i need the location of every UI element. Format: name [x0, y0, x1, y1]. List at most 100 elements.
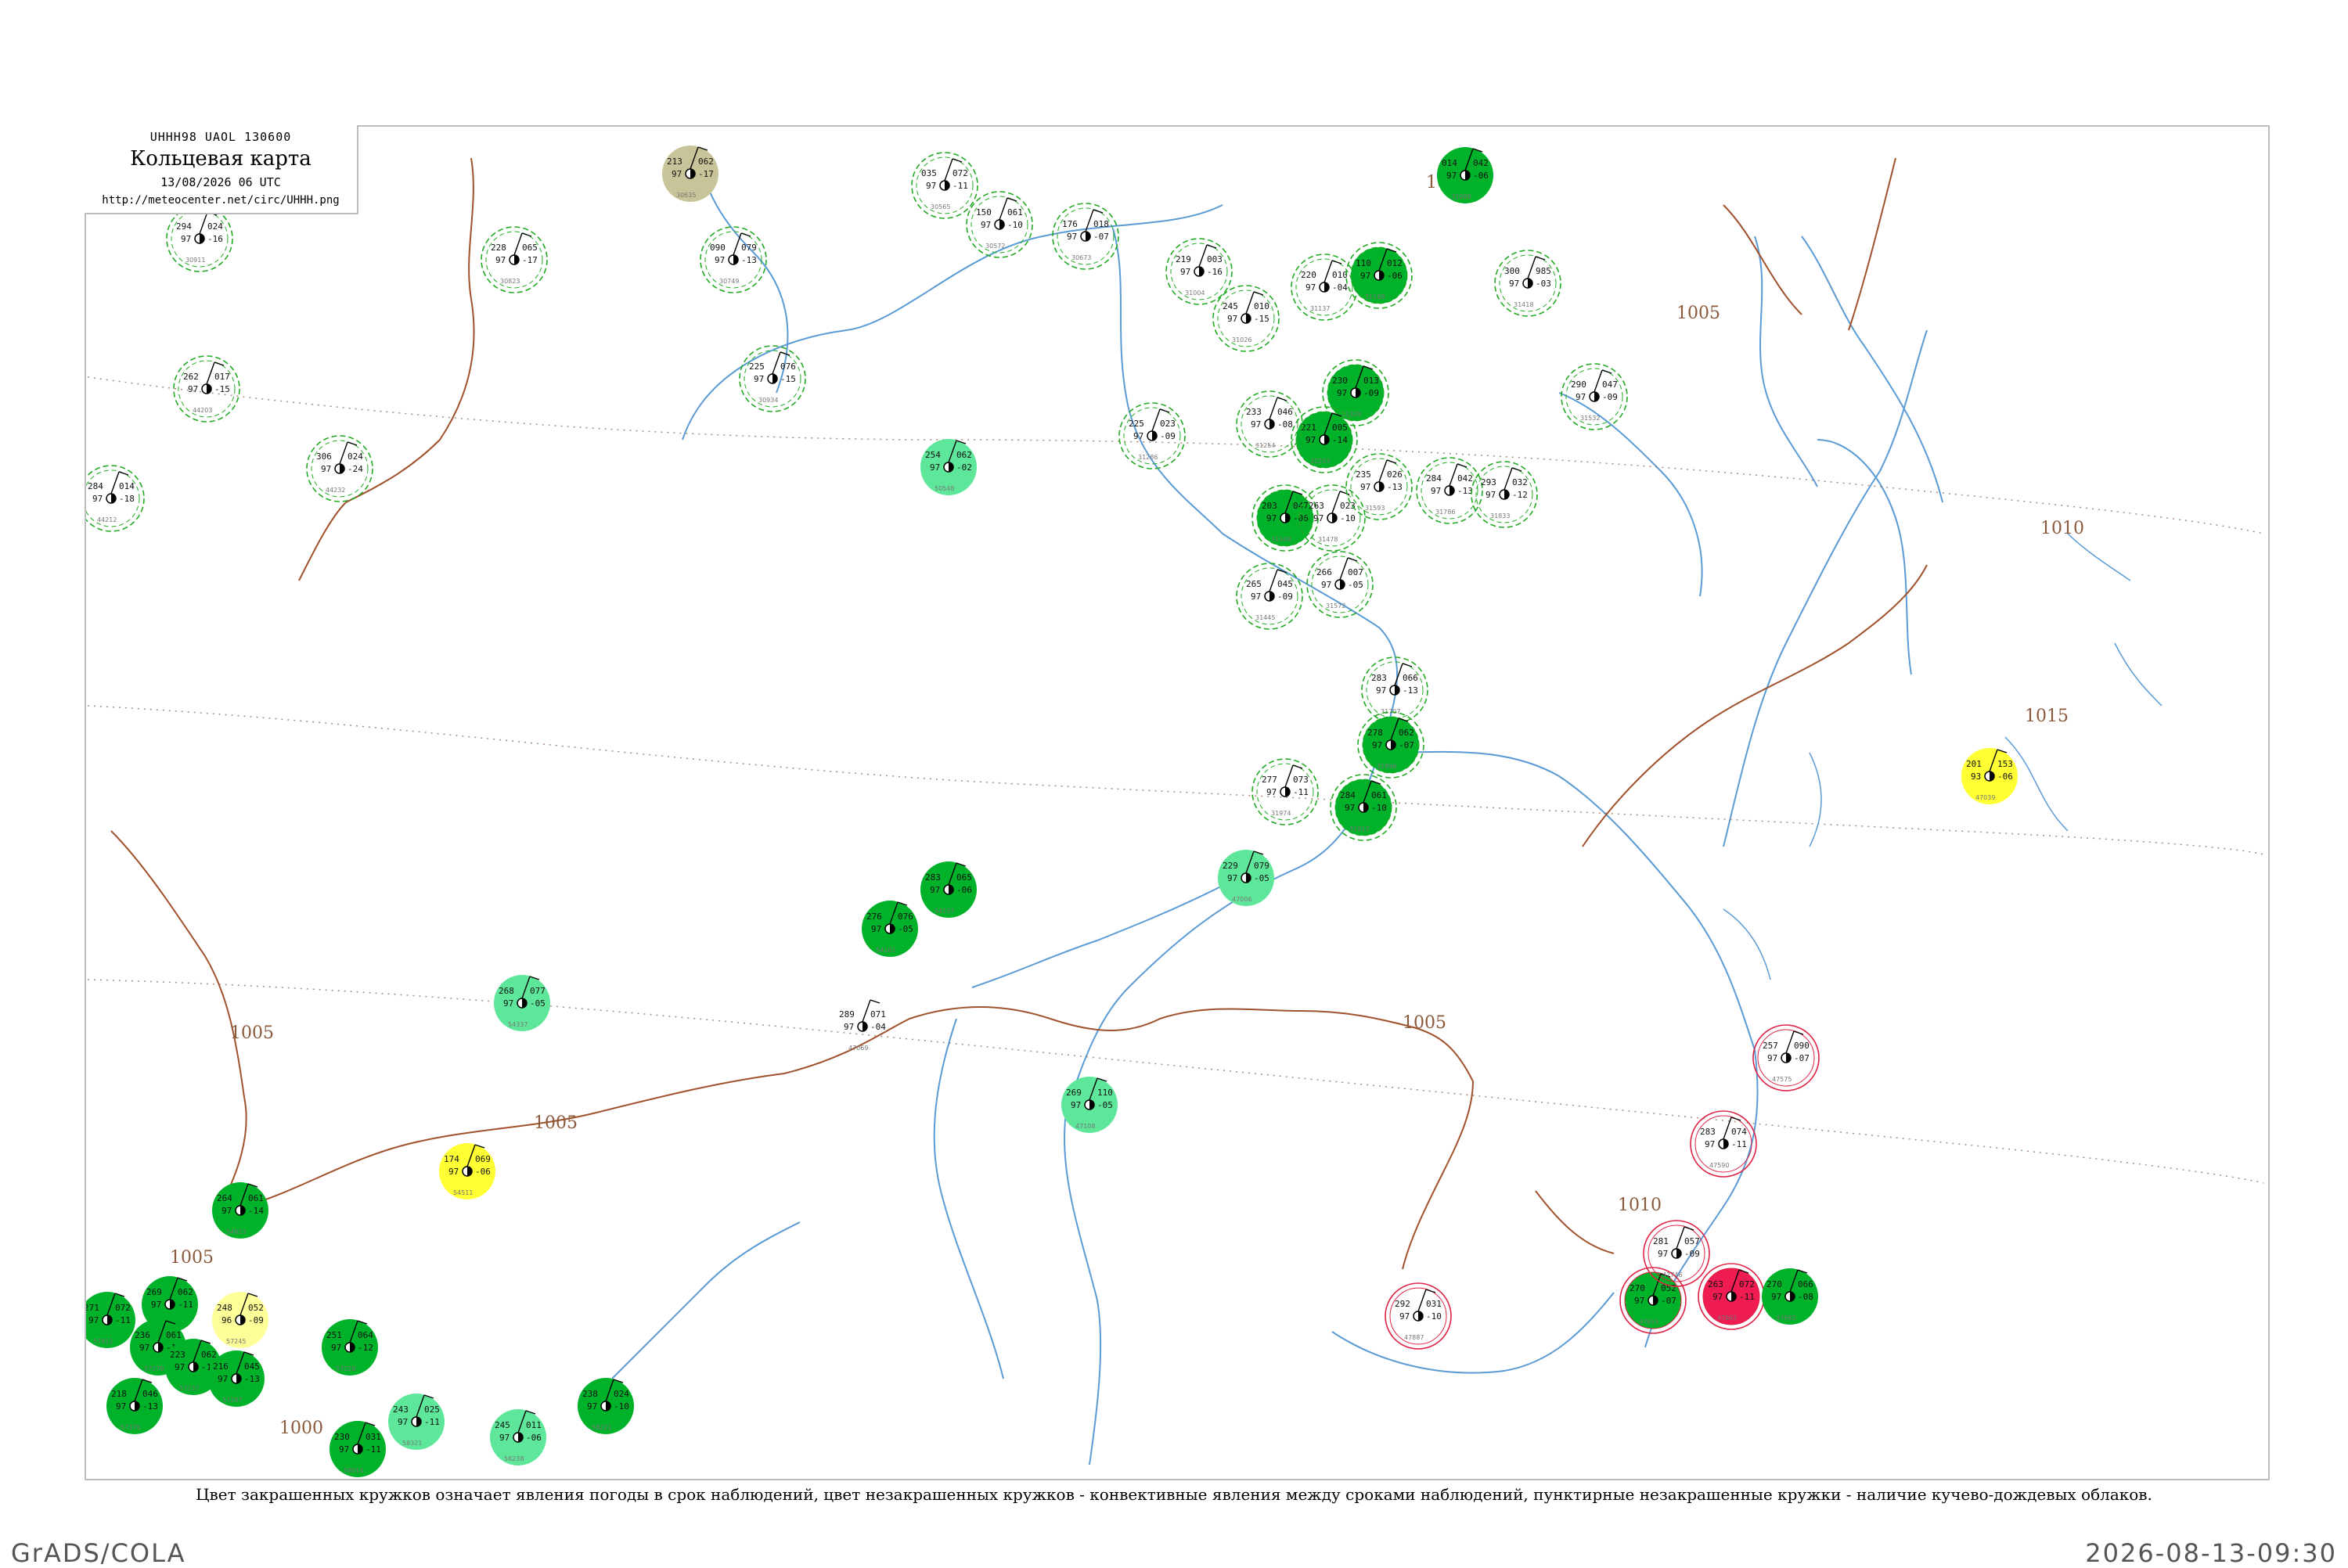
- station-temperature: 014: [1442, 158, 1457, 168]
- station-temperature: 233: [1246, 407, 1262, 417]
- station-marker[interactable]: 269 110 97 -05 47108: [1061, 1077, 1118, 1133]
- station-id: 30749: [719, 278, 739, 285]
- station-marker[interactable]: 248 052 96 -09 57245: [212, 1292, 268, 1348]
- legend-caption: Цвет закрашенных кружков означает явлени…: [196, 1485, 2152, 1504]
- station-marker[interactable]: 264 061 97 -14 54823: [212, 1182, 268, 1239]
- station-marker[interactable]: 271 072 97 -11 57411: [86, 1292, 135, 1348]
- station-temperature: 276: [866, 912, 882, 922]
- station-temperature: 230: [334, 1432, 350, 1442]
- station-marker[interactable]: 225 076 97 -15 30934: [739, 345, 806, 412]
- station-marker[interactable]: 014 042 97 -06 31088: [1437, 147, 1493, 203]
- station-marker[interactable]: 245 011 97 -06 58238: [490, 1409, 546, 1466]
- station-marker[interactable]: 283 065 97 -06 54157: [920, 861, 977, 918]
- station-id: 47590: [1709, 1162, 1729, 1169]
- station-marker[interactable]: 290 047 97 -09 31532: [1561, 363, 1628, 430]
- wind-barb-icon: [513, 232, 523, 256]
- station-marker[interactable]: 220 010 97 -04 31137: [1291, 254, 1358, 321]
- station-marker[interactable]: 281 057 97 -09 47746: [1643, 1220, 1710, 1287]
- wind-barb-icon: [1331, 491, 1341, 514]
- station-marker[interactable]: 219 003 97 -16 31004: [1165, 238, 1233, 305]
- wind-barb-feather: [780, 351, 790, 356]
- station-marker[interactable]: 263 072 97 -11 47662: [1698, 1263, 1765, 1330]
- station-id: 47746: [1662, 1271, 1682, 1278]
- station-dewpoint: 97: [844, 1022, 854, 1032]
- wind-barb-feather: [1331, 260, 1342, 264]
- station-marker[interactable]: 265 045 97 -09 31445: [1236, 563, 1303, 630]
- station-marker[interactable]: 251 064 97 -12 57128: [322, 1319, 378, 1376]
- station-marker[interactable]: 035 072 97 -11 30565: [911, 152, 978, 219]
- station-marker[interactable]: 174 069 97 -06 54511: [439, 1143, 495, 1199]
- station-id: 31004: [1185, 290, 1205, 297]
- station-marker[interactable]: 283 074 97 -11 47590: [1690, 1110, 1757, 1178]
- station-pressure: 052: [248, 1303, 264, 1313]
- station-marker[interactable]: 257 090 97 -07 47575: [1752, 1024, 1820, 1091]
- station-marker[interactable]: 284 042 97 -13 31786: [1416, 457, 1483, 524]
- wind-barb-icon: [1269, 569, 1278, 592]
- station-marker[interactable]: 090 079 97 -13 30749: [700, 226, 767, 293]
- station-tendency: -09: [1602, 392, 1618, 402]
- station-tendency: -06: [1997, 771, 2013, 782]
- isobar-label: 1000: [279, 1419, 323, 1438]
- station-marker[interactable]: 268 077 97 -05 54337: [494, 975, 550, 1031]
- station-tendency: -10: [614, 1401, 629, 1412]
- station-marker[interactable]: 293 032 97 -12 31833: [1471, 461, 1538, 528]
- station-temperature: 235: [1356, 469, 1371, 480]
- station-marker[interactable]: 228 065 97 -17 30823: [481, 226, 548, 293]
- station-tendency: -11: [1293, 787, 1309, 797]
- station-tendency: -11: [366, 1444, 381, 1455]
- station-marker[interactable]: 238 024 97 -10 58221: [578, 1378, 634, 1434]
- station-dewpoint: 97: [1767, 1053, 1777, 1063]
- station-marker[interactable]: 254 062 97 -02 50548: [920, 439, 977, 495]
- station-marker[interactable]: 292 031 97 -10 47887: [1385, 1282, 1452, 1350]
- station-marker[interactable]: 294 024 97 -16 30911: [166, 205, 233, 272]
- station-marker[interactable]: 245 010 97 -15 31026: [1212, 285, 1280, 352]
- station-marker[interactable]: 218 046 97 -13 57378: [106, 1378, 163, 1434]
- station-dewpoint: 97: [981, 220, 991, 230]
- station-marker[interactable]: 216 045 97 -13 57297: [208, 1350, 265, 1407]
- station-marker[interactable]: 230 031 97 -11 58014: [330, 1421, 386, 1477]
- station-marker[interactable]: 201 153 93 -06 47039: [1961, 748, 2018, 804]
- wind-barb-icon: [206, 361, 215, 385]
- station-dewpoint: 97: [1576, 392, 1586, 402]
- station-marker[interactable]: 289 071 97 -04 47069: [839, 999, 886, 1052]
- station-marker[interactable]: 176 018 97 -07 30673: [1052, 203, 1119, 270]
- isobar-label: 1005: [230, 1023, 274, 1043]
- station-marker[interactable]: 270 066 97 -08 47682: [1762, 1268, 1818, 1325]
- isobar-label: 1010: [1618, 1196, 1662, 1215]
- station-marker[interactable]: 283 066 97 -13 31707: [1361, 656, 1428, 724]
- station-id: 57411: [93, 1338, 113, 1345]
- station-marker[interactable]: 150 061 97 -10 30572: [966, 191, 1033, 258]
- station-id: 31786: [1435, 509, 1455, 516]
- station-marker[interactable]: 266 007 97 -05 31572: [1306, 551, 1374, 618]
- wind-barb-feather: [1277, 397, 1287, 401]
- station-dewpoint: 97: [139, 1343, 149, 1353]
- station-marker[interactable]: 213 062 97 -17 30635: [662, 146, 718, 202]
- wind-barb-icon: [1785, 1030, 1795, 1054]
- station-marker[interactable]: 277 073 97 -11 31974: [1251, 758, 1319, 825]
- station-marker[interactable]: 278 062 97 -07 31896: [1357, 711, 1424, 779]
- station-pressure: 069: [475, 1154, 491, 1164]
- station-marker[interactable]: 300 985 97 -03 31418: [1494, 250, 1561, 317]
- wind-barb-feather: [1684, 1226, 1694, 1231]
- station-tendency: -09: [1363, 388, 1379, 398]
- station-dewpoint: 97: [1446, 171, 1457, 181]
- station-marker[interactable]: 306 024 97 -24 44232: [306, 435, 373, 502]
- station-id: 31254: [1255, 442, 1275, 449]
- station-marker[interactable]: 110 012 97 -06 31168: [1345, 242, 1413, 309]
- station-marker[interactable]: 243 025 97 -11 58321: [388, 1394, 445, 1450]
- station-marker[interactable]: 229 079 97 -05 47006: [1218, 850, 1274, 906]
- station-id: 50548: [935, 485, 954, 492]
- station-marker[interactable]: 262 017 97 -15 44203: [173, 355, 240, 423]
- wind-barb-icon: [944, 158, 953, 182]
- source-url[interactable]: http://meteocenter.net/circ/UHHH.png: [85, 194, 357, 207]
- station-temperature: 229: [1223, 861, 1238, 871]
- station-id: 31478: [1318, 536, 1338, 543]
- station-marker[interactable]: 235 026 97 -13 31593: [1345, 453, 1413, 520]
- station-dewpoint: 97: [930, 462, 940, 473]
- station-tendency: -11: [953, 181, 968, 191]
- station-marker[interactable]: 284 061 97 -10 31913: [1330, 774, 1397, 841]
- station-tendency: -13: [244, 1374, 260, 1384]
- station-marker[interactable]: 284 014 97 -18 44212: [86, 465, 145, 532]
- wind-barb-icon: [1339, 557, 1349, 581]
- station-marker[interactable]: 276 076 97 -05 54161: [862, 901, 918, 957]
